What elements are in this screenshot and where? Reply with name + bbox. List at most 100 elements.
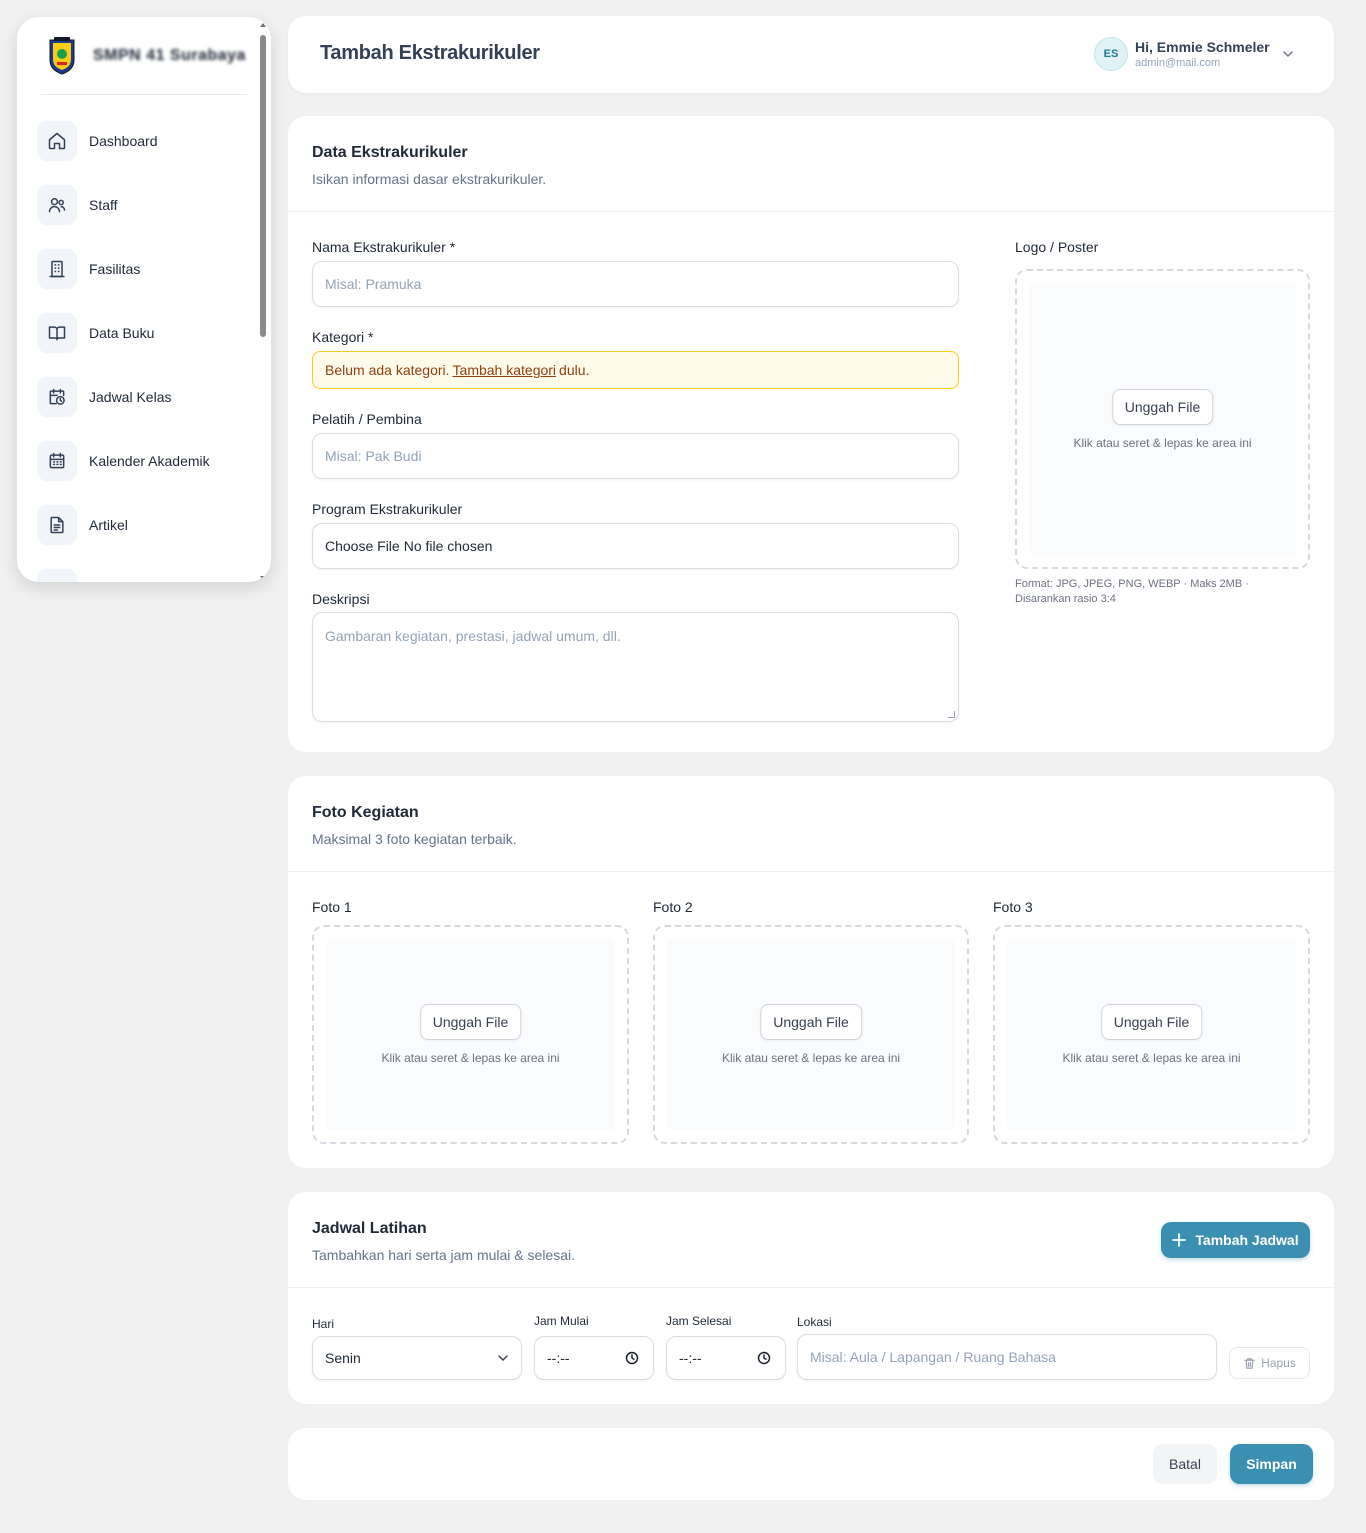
calendar-clock-icon [37, 377, 77, 417]
sidebar-item-jadwal-kelas[interactable]: Jadwal Kelas [17, 365, 271, 429]
foto-2-dropzone[interactable]: Unggah File Klik atau seret & lepas ke a… [653, 925, 969, 1144]
deskripsi-placeholder: Gambaran kegiatan, prestasi, jadwal umum… [325, 628, 621, 644]
sidebar-item-kalender-akademik[interactable]: Kalender Akademik [17, 429, 271, 493]
logo-format-note: Format: JPG, JPEG, PNG, WEBP · Maks 2MB … [1015, 577, 1315, 607]
calendar-icon [37, 441, 77, 481]
sidebar: SMPN 41 Surabaya Dashboard Staff Fasilit… [17, 17, 271, 582]
form-actions: Batal Simpan [288, 1428, 1334, 1500]
tambah-jadwal-button[interactable]: Tambah Jadwal [1161, 1222, 1310, 1258]
dropzone-hint: Klik atau seret & lepas ke area ini [1073, 436, 1252, 450]
simpan-button[interactable]: Simpan [1230, 1444, 1313, 1484]
kategori-warning: Belum ada kategori. Tambah kategori dulu… [312, 351, 959, 389]
upload-file-button[interactable]: Unggah File [760, 1004, 862, 1040]
jam-selesai-input[interactable]: --:-- [666, 1336, 786, 1380]
file-status: No file chosen [403, 538, 493, 554]
tambah-kategori-link[interactable]: Tambah kategori [453, 362, 557, 378]
clock-icon[interactable] [757, 1351, 771, 1365]
sidebar-item-more[interactable] [17, 557, 271, 582]
button-label: Tambah Jadwal [1195, 1232, 1299, 1248]
avatar: ES [1094, 37, 1128, 71]
sidebar-item-data-buku[interactable]: Data Buku [17, 301, 271, 365]
dropzone-hint: Klik atau seret & lepas ke area ini [721, 1051, 901, 1065]
sidebar-item-label: Artikel [89, 517, 128, 533]
choose-file-button[interactable]: Choose File [325, 538, 400, 554]
resize-handle-icon[interactable] [948, 711, 955, 718]
card-subtitle: Maksimal 3 foto kegiatan terbaik. [312, 831, 517, 847]
sidebar-item-label: Staff [89, 197, 118, 213]
card-header: Data Ekstrakurikuler Isikan informasi da… [288, 116, 1334, 212]
foto-3-dropzone[interactable]: Unggah File Klik atau seret & lepas ke a… [993, 925, 1310, 1144]
scroll-down-icon[interactable] [260, 576, 266, 580]
sidebar-item-label: Dashboard [89, 133, 158, 149]
sidebar-brand[interactable]: SMPN 41 Surabaya [41, 17, 247, 95]
pelatih-label: Pelatih / Pembina [312, 411, 422, 427]
foto-label: Foto 3 [993, 899, 1033, 915]
data-ekstrakurikuler-card: Data Ekstrakurikuler Isikan informasi da… [288, 116, 1334, 752]
logo-dropzone[interactable]: Unggah File Klik atau seret & lepas ke a… [1015, 269, 1310, 569]
sidebar-item-fasilitas[interactable]: Fasilitas [17, 237, 271, 301]
ratio-note-line: Disarankan rasio 3:4 [1015, 593, 1116, 605]
chevron-down-icon [1282, 51, 1293, 57]
jam-mulai-value: --:-- [547, 1350, 570, 1366]
file-text-icon [37, 505, 77, 545]
kategori-label: Kategori * [312, 329, 374, 345]
pelatih-input[interactable]: Misal: Pak Budi [312, 433, 959, 479]
kategori-warning-text: Belum ada kategori. [325, 362, 450, 378]
hapus-button[interactable]: Hapus [1229, 1347, 1310, 1379]
foto-1-dropzone[interactable]: Unggah File Klik atau seret & lepas ke a… [312, 925, 629, 1144]
clock-icon[interactable] [625, 1351, 639, 1365]
upload-file-button[interactable]: Unggah File [419, 1004, 522, 1040]
sidebar-item-artikel[interactable]: Artikel [17, 493, 271, 557]
dropzone-hint: Klik atau seret & lepas ke area ini [1062, 1051, 1241, 1065]
kategori-warning-suffix: dulu. [559, 362, 590, 378]
jam-mulai-label: Jam Mulai [534, 1314, 589, 1328]
nama-input[interactable]: Misal: Pramuka [312, 261, 959, 307]
sidebar-item-dashboard[interactable]: Dashboard [17, 109, 271, 173]
sidebar-item-staff[interactable]: Staff [17, 173, 271, 237]
home-icon [37, 121, 77, 161]
card-header: Foto Kegiatan Maksimal 3 foto kegiatan t… [288, 776, 1334, 872]
jam-selesai-label: Jam Selesai [666, 1314, 732, 1328]
jam-selesai-value: --:-- [679, 1350, 702, 1366]
foto-kegiatan-card: Foto Kegiatan Maksimal 3 foto kegiatan t… [288, 776, 1334, 1168]
sidebar-item-label: Fasilitas [89, 261, 141, 277]
batal-button[interactable]: Batal [1153, 1444, 1217, 1484]
lokasi-input[interactable]: Misal: Aula / Lapangan / Ruang Bahasa [797, 1334, 1217, 1380]
users-icon [37, 185, 77, 225]
button-label: Hapus [1261, 1356, 1296, 1370]
sidebar-scrollbar[interactable] [259, 23, 267, 580]
card-title: Foto Kegiatan [312, 804, 419, 821]
sidebar-item-label: Kalender Akademik [89, 453, 210, 469]
format-note-line: Format: JPG, JPEG, PNG, WEBP · Maks 2MB … [1015, 578, 1249, 590]
chevron-down-icon [498, 1355, 508, 1361]
foto-label: Foto 1 [312, 899, 352, 915]
plus-icon [1172, 1233, 1187, 1247]
upload-file-button[interactable]: Unggah File [1111, 389, 1214, 425]
jadwal-latihan-card: Jadwal Latihan Tambahkan hari serta jam … [288, 1192, 1334, 1404]
user-greeting: Hi, Emmie Schmeler [1135, 39, 1270, 55]
card-subtitle: Isikan informasi dasar ekstrakurikuler. [312, 171, 547, 187]
dropzone-hint: Klik atau seret & lepas ke area ini [381, 1051, 560, 1065]
deskripsi-textarea[interactable]: Gambaran kegiatan, prestasi, jadwal umum… [312, 612, 959, 722]
deskripsi-label: Deskripsi [312, 591, 370, 607]
logo-label: Logo / Poster [1015, 239, 1099, 255]
user-info: Hi, Emmie Schmeler admin@mail.com [1135, 39, 1270, 69]
building-icon [37, 249, 77, 289]
hari-label: Hari [312, 1317, 335, 1331]
scrollbar-thumb[interactable] [260, 35, 266, 337]
card-title: Data Ekstrakurikuler [312, 144, 468, 161]
program-label: Program Ekstrakurikuler [312, 501, 463, 517]
program-file-input[interactable]: Choose File No file chosen [312, 523, 959, 569]
jam-mulai-input[interactable]: --:-- [534, 1336, 654, 1380]
sidebar-nav: Dashboard Staff Fasilitas Data Buku Jadw… [17, 95, 271, 582]
more-icon [37, 569, 77, 582]
scroll-up-icon[interactable] [260, 23, 266, 27]
upload-file-button[interactable]: Unggah File [1100, 1004, 1203, 1040]
sidebar-item-label: Data Buku [89, 325, 155, 341]
sidebar-brand-name: SMPN 41 Surabaya [93, 46, 246, 64]
hari-select[interactable]: Senin [312, 1336, 522, 1380]
book-open-icon [37, 313, 77, 353]
school-logo [49, 36, 75, 75]
trash-icon [1244, 1357, 1255, 1369]
user-menu[interactable]: ES Hi, Emmie Schmeler admin@mail.com [1094, 37, 1294, 71]
